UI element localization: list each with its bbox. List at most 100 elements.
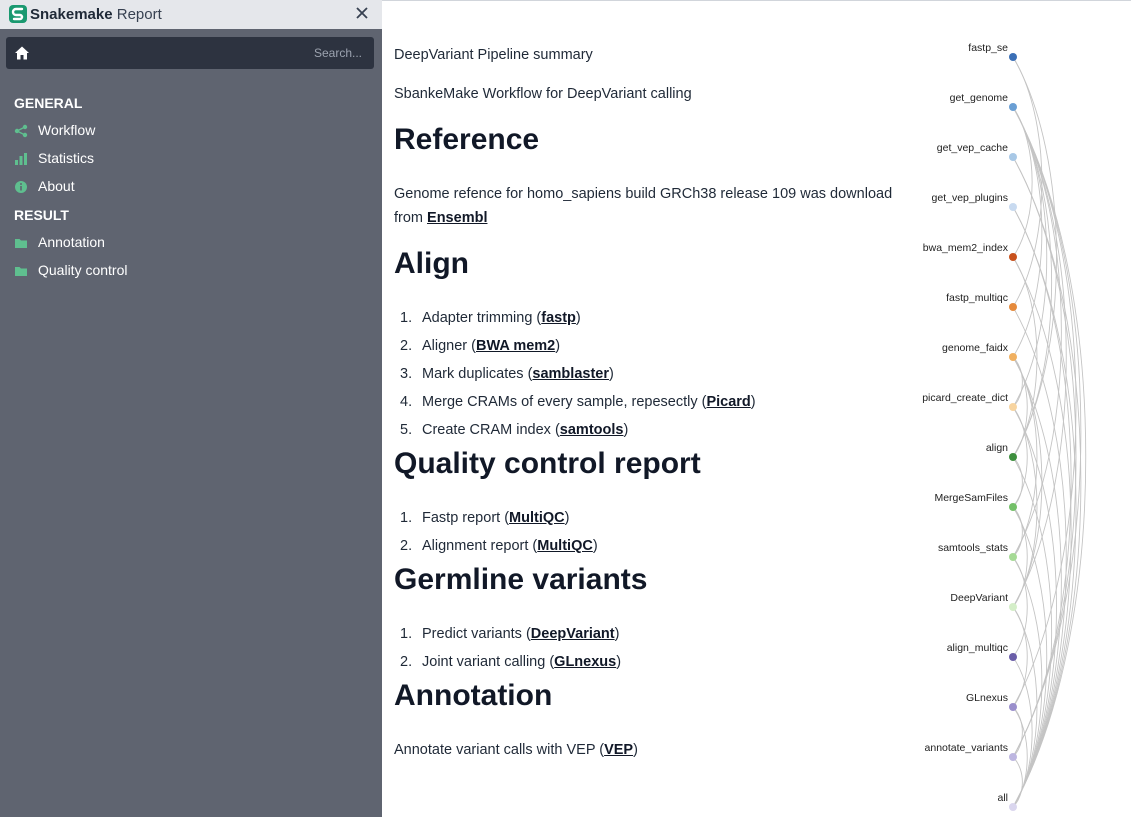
sidebar-item-label: About: [38, 178, 75, 194]
dag-node-align[interactable]: [1009, 453, 1017, 461]
dag-node-label: get_genome: [950, 92, 1009, 104]
dag-node-label: DeepVariant: [950, 592, 1008, 604]
sidebar-item-about[interactable]: About: [14, 177, 314, 197]
dag-edge: [1012, 556, 1043, 808]
deepvariant-link[interactable]: DeepVariant: [531, 626, 615, 642]
dag-edge: [1012, 106, 1033, 258]
dag-node-label: bwa_mem2_index: [923, 242, 1009, 254]
list-text: ): [623, 422, 629, 438]
list-number: 2.: [400, 338, 413, 354]
dag-edges: [1012, 56, 1087, 808]
reference-text: Genome refence for homo_sapiens build GR…: [394, 182, 894, 230]
list-text: Joint variant calling (: [422, 654, 555, 670]
list-number: 3.: [400, 366, 413, 382]
list-text: Aligner (: [422, 338, 476, 354]
summary-description: SbankeMake Workflow for DeepVariant call…: [394, 86, 692, 102]
list-text: Predict variants (: [422, 626, 531, 642]
samtools-link[interactable]: samtools: [560, 422, 624, 438]
annotation-text-prefix: Annotate variant calls with VEP (: [394, 742, 605, 758]
sidebar-item-label: Workflow: [38, 122, 96, 138]
dag-node-get-genome[interactable]: [1009, 103, 1017, 111]
reference-text-line1: Genome refence for homo_sapiens build GR…: [394, 186, 893, 202]
search-input[interactable]: [42, 41, 362, 65]
share-icon: [14, 124, 28, 138]
picard-link[interactable]: Picard: [706, 394, 750, 410]
folder-icon: [15, 267, 27, 276]
list-text: ): [592, 538, 598, 554]
sidebar-item-label: Statistics: [38, 150, 95, 166]
dag-nodes: fastp_se get_genome get_vep_cache get_vep_p…: [922, 42, 1017, 811]
list-number: 2.: [400, 538, 413, 554]
folder-icon: [15, 239, 27, 248]
dag-node-label: get_vep_plugins: [932, 192, 1008, 204]
fastp-link[interactable]: fastp: [541, 310, 576, 326]
dag-node-genome-faidx[interactable]: [1009, 353, 1017, 361]
ensembl-link[interactable]: Ensembl: [427, 210, 487, 226]
reference-text-prefix: from: [394, 210, 428, 226]
sidebar-item-quality-control[interactable]: Quality control: [14, 261, 314, 281]
sidebar-item-annotation[interactable]: Annotation: [14, 233, 314, 253]
dag-node-all[interactable]: [1009, 803, 1017, 811]
dag-node-samtools-stats[interactable]: [1009, 553, 1017, 561]
list-text: Create CRAM index (: [422, 422, 560, 438]
search-bar: [6, 37, 374, 69]
list-text: ): [564, 510, 570, 526]
dag-node-glnexus[interactable]: [1009, 703, 1017, 711]
dag-node-label: all: [997, 792, 1008, 804]
home-icon[interactable]: [14, 45, 30, 61]
dag-node-label: genome_faidx: [942, 342, 1009, 354]
list-text: Alignment report (: [422, 538, 538, 554]
vep-link[interactable]: VEP: [604, 742, 633, 758]
list-number: 2.: [400, 654, 413, 670]
samblaster-link[interactable]: samblaster: [532, 366, 609, 382]
dag-node-align-multiqc[interactable]: [1009, 653, 1017, 661]
list-number: 4.: [400, 394, 413, 410]
dag-node-annotate-variants[interactable]: [1009, 753, 1017, 761]
multiqc-link[interactable]: MultiQC: [537, 538, 593, 554]
list-text: Adapter trimming (: [422, 310, 542, 326]
list-number: 5.: [400, 422, 413, 438]
bar-chart-icon: [15, 153, 27, 165]
list-text: ): [614, 626, 620, 642]
sidebar-item-workflow[interactable]: Workflow: [14, 121, 314, 141]
list-number: 1.: [400, 310, 413, 326]
annotation-text-suffix: ): [633, 742, 638, 758]
list-text: Fastp report (: [422, 510, 510, 526]
dag-node-label: annotate_variants: [925, 742, 1008, 754]
list-text: Merge CRAMs of every sample, repesectly …: [422, 394, 707, 410]
heading-quality-control: Quality control report: [394, 447, 701, 480]
app-title-bold: Snakemake: [30, 6, 113, 23]
sidebar-item-statistics[interactable]: Statistics: [14, 149, 314, 169]
sidebar-item-label: Annotation: [38, 234, 105, 250]
multiqc-link[interactable]: MultiQC: [509, 510, 565, 526]
close-icon: [356, 7, 368, 19]
glnexus-link[interactable]: GLnexus: [554, 654, 616, 670]
app-title: Snakemake Report: [30, 6, 162, 23]
general-heading: GENERAL: [14, 95, 83, 111]
summary-title: DeepVariant Pipeline summary: [394, 47, 593, 63]
heading-align: Align: [394, 247, 469, 280]
dag-node-fastp-se[interactable]: [1009, 53, 1017, 61]
dag-node-get-vep-cache[interactable]: [1009, 153, 1017, 161]
dag-node-picard-create-dict[interactable]: [1009, 403, 1017, 411]
list-text: ): [616, 654, 622, 670]
dag-node-bwa-mem2-index[interactable]: [1009, 253, 1017, 261]
dag-node-label: picard_create_dict: [922, 392, 1008, 404]
dag-node-mergesamfiles[interactable]: [1009, 503, 1017, 511]
dag-edge: [1012, 56, 1043, 308]
info-icon: [15, 181, 27, 193]
close-sidebar-button[interactable]: [354, 5, 370, 21]
workflow-dag: fastp_se get_genome get_vep_cache get_vep_p…: [922, 42, 1087, 811]
bwa-mem2-link[interactable]: BWA mem2: [476, 338, 555, 354]
app-title-rest: Report: [112, 6, 162, 23]
dag-node-get-vep-plugins[interactable]: [1009, 203, 1017, 211]
list-text: ): [555, 338, 561, 354]
list-text: ): [575, 310, 581, 326]
heading-reference: Reference: [394, 123, 540, 156]
dag-edge: [1012, 156, 1077, 758]
dag-node-deepvariant[interactable]: [1009, 603, 1017, 611]
result-heading: RESULT: [14, 207, 69, 223]
dag-node-fastp-multiqc[interactable]: [1009, 303, 1017, 311]
list-number: 1.: [400, 510, 413, 526]
dag-node-label: GLnexus: [966, 692, 1008, 704]
